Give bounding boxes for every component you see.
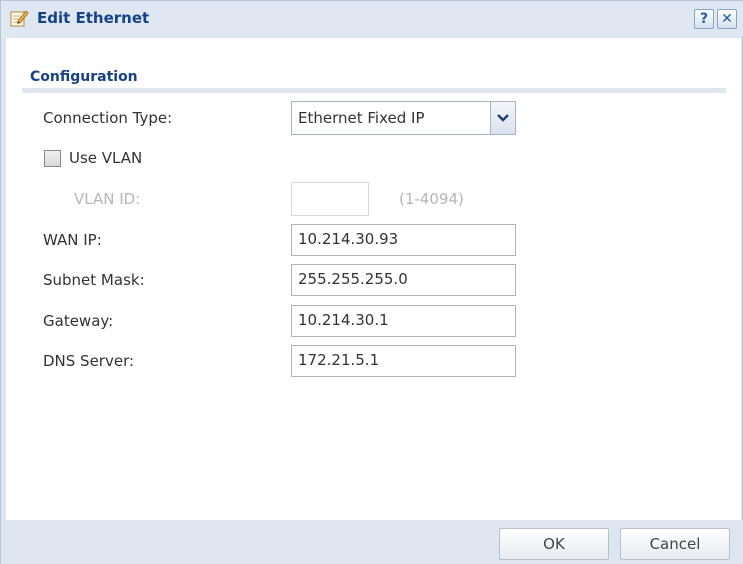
gateway-field[interactable]: 10.214.30.1 <box>291 305 516 337</box>
help-icon: ? <box>699 11 709 27</box>
connection-type-label: Connection Type: <box>43 109 173 127</box>
section-title-configuration: Configuration <box>30 69 138 85</box>
wan-ip-label: WAN IP: <box>43 231 102 249</box>
connection-type-select[interactable]: Ethernet Fixed IP <box>291 101 516 135</box>
subnet-mask-label: Subnet Mask: <box>43 271 145 289</box>
edit-pencil-icon <box>9 8 29 28</box>
connection-type-value: Ethernet Fixed IP <box>298 109 425 127</box>
section-divider <box>22 88 726 93</box>
close-icon: ✕ <box>721 11 733 27</box>
dialog-title: Edit Ethernet <box>37 9 150 27</box>
chevron-down-icon[interactable] <box>490 102 515 134</box>
dns-server-field[interactable]: 172.21.5.1 <box>291 345 516 377</box>
use-vlan-checkbox[interactable] <box>44 150 61 167</box>
gateway-label: Gateway: <box>43 312 114 330</box>
wan-ip-field[interactable]: 10.214.30.93 <box>291 224 516 256</box>
dialog-content: Configuration Connection Type: Ethernet … <box>6 38 741 520</box>
edit-ethernet-dialog: Edit Ethernet ? ✕ Configuration Connecti… <box>0 0 743 564</box>
close-button[interactable]: ✕ <box>717 9 737 29</box>
vlan-id-field <box>291 182 369 216</box>
dialog-footer: OK Cancel <box>1 520 743 564</box>
vlan-id-label: VLAN ID: <box>74 190 141 208</box>
dialog-titlebar: Edit Ethernet ? ✕ <box>1 1 743 37</box>
use-vlan-label[interactable]: Use VLAN <box>69 149 142 167</box>
help-button[interactable]: ? <box>694 9 714 29</box>
ok-button[interactable]: OK <box>499 528 609 560</box>
dns-server-label: DNS Server: <box>43 352 135 370</box>
cancel-button[interactable]: Cancel <box>620 528 730 560</box>
subnet-mask-field[interactable]: 255.255.255.0 <box>291 264 516 296</box>
vlan-id-range-hint: (1-4094) <box>399 190 464 208</box>
